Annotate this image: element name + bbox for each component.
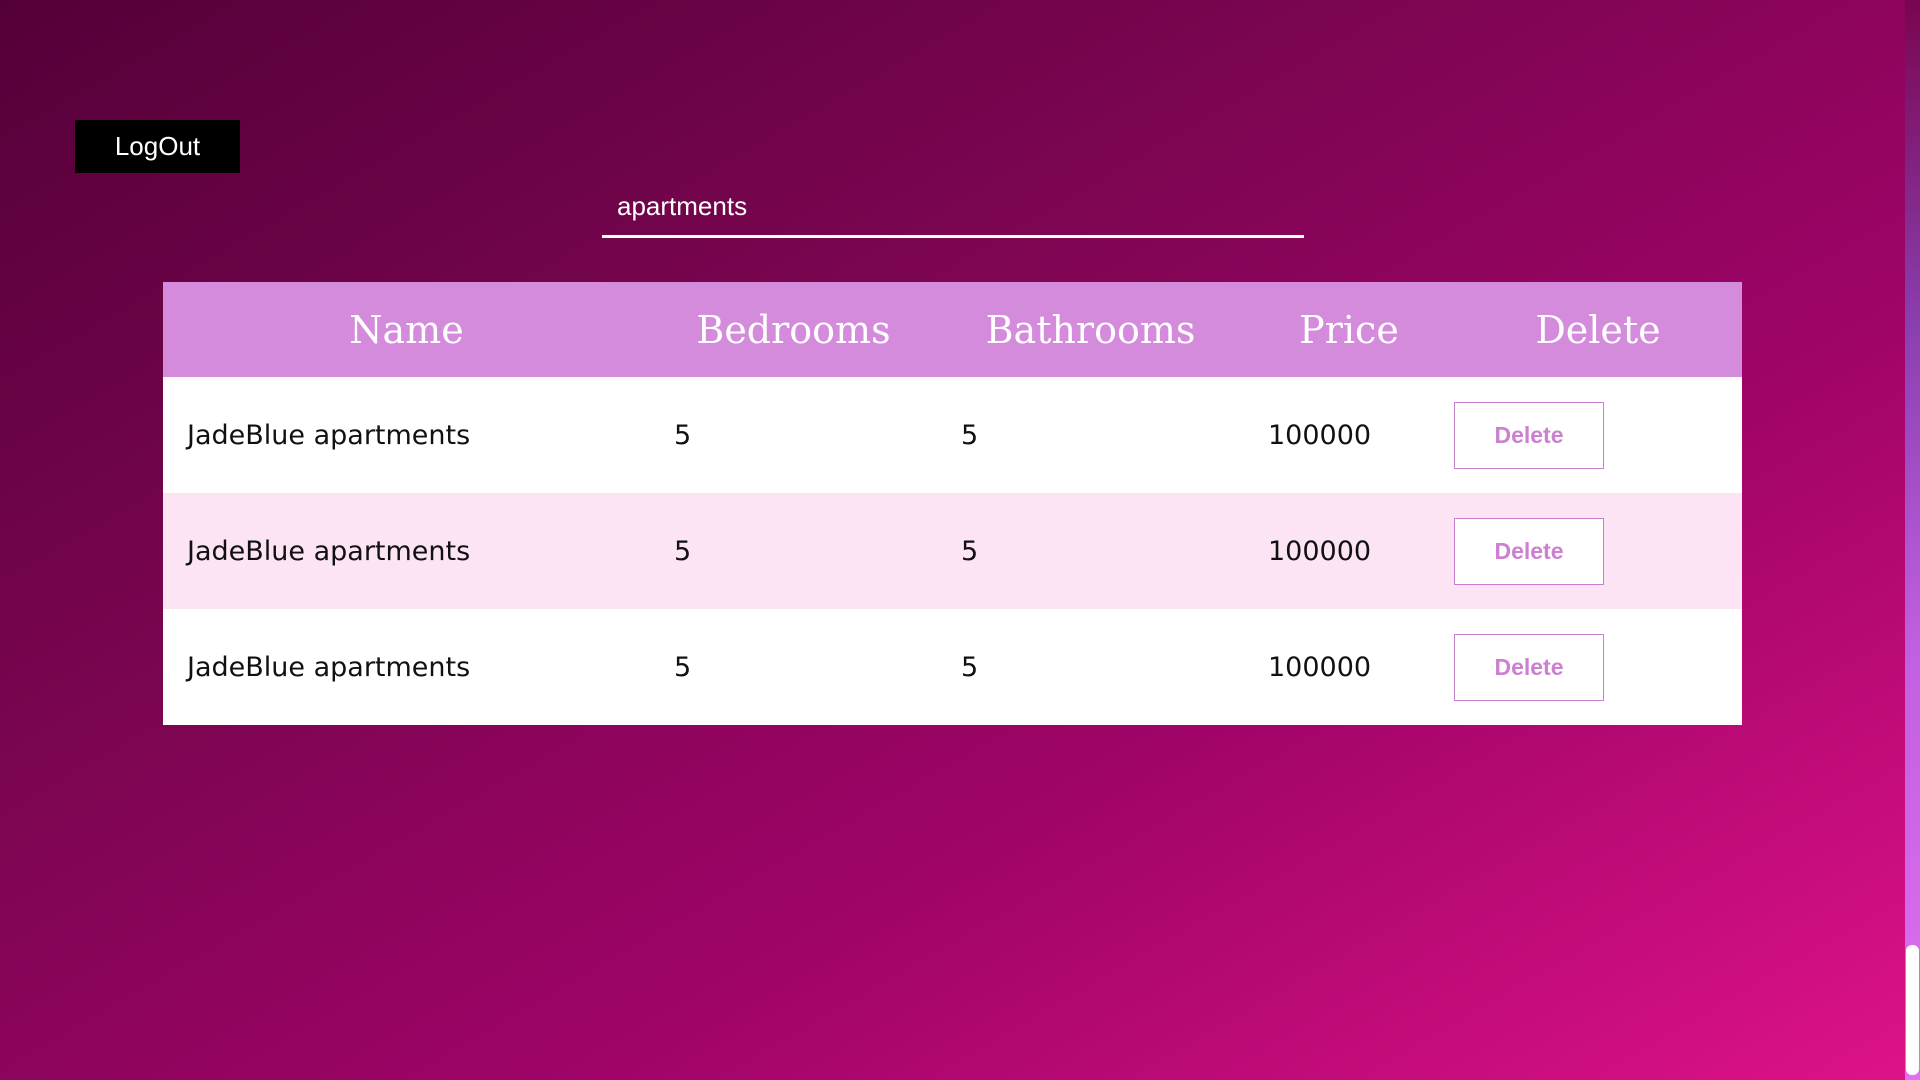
delete-button[interactable]: Delete [1454, 401, 1604, 469]
table-header-row: Name Bedrooms Bathrooms Price Delete [163, 282, 1742, 377]
cell-bathrooms: 5 [937, 609, 1244, 725]
cell-delete: Delete [1454, 609, 1742, 725]
table-row: JadeBlue apartments 5 5 100000 Delete [163, 377, 1742, 493]
cell-name: JadeBlue apartments [163, 377, 650, 493]
column-header-delete: Delete [1454, 282, 1742, 377]
column-header-name: Name [163, 282, 650, 377]
cell-price: 100000 [1244, 493, 1454, 609]
cell-bedrooms: 5 [650, 493, 937, 609]
listings-table: Name Bedrooms Bathrooms Price Delete Jad… [163, 282, 1742, 725]
cell-price: 100000 [1244, 609, 1454, 725]
cell-delete: Delete [1454, 493, 1742, 609]
search-input[interactable] [602, 178, 1304, 235]
cell-bathrooms: 5 [937, 493, 1244, 609]
scrollbar-thumb[interactable] [1906, 945, 1919, 1075]
delete-button[interactable]: Delete [1454, 633, 1604, 701]
table-row: JadeBlue apartments 5 5 100000 Delete [163, 609, 1742, 725]
page-scrollbar[interactable] [1905, 0, 1920, 1080]
cell-bedrooms: 5 [650, 609, 937, 725]
cell-price: 100000 [1244, 377, 1454, 493]
cell-delete: Delete [1454, 377, 1742, 493]
cell-bedrooms: 5 [650, 377, 937, 493]
column-header-bathrooms: Bathrooms [937, 282, 1244, 377]
delete-button[interactable]: Delete [1454, 517, 1604, 585]
cell-bathrooms: 5 [937, 377, 1244, 493]
column-header-price: Price [1244, 282, 1454, 377]
table-row: JadeBlue apartments 5 5 100000 Delete [163, 493, 1742, 609]
cell-name: JadeBlue apartments [163, 493, 650, 609]
search-field [602, 178, 1304, 238]
logout-button[interactable]: LogOut [75, 120, 240, 173]
column-header-bedrooms: Bedrooms [650, 282, 937, 377]
cell-name: JadeBlue apartments [163, 609, 650, 725]
